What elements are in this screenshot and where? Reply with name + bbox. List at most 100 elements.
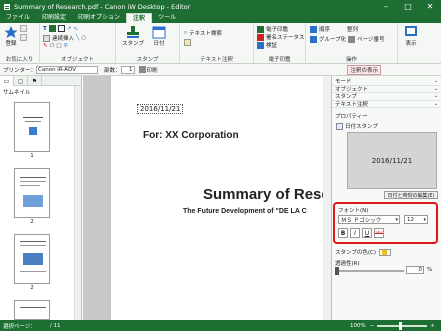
recipient-line: For: XX Corporation: [143, 130, 239, 141]
ellipse-icon[interactable]: ○: [81, 35, 86, 41]
app-icon: [3, 2, 11, 11]
zoom-out-button[interactable]: −: [370, 323, 375, 329]
stamp-button[interactable]: スタンプ: [122, 25, 144, 47]
arrow-icon[interactable]: ↗: [67, 26, 72, 32]
register-button[interactable]: 登録: [4, 25, 18, 47]
print-button[interactable]: 印刷: [138, 66, 158, 74]
favorites-group: 登録 お気に入り: [0, 23, 40, 64]
italic-button[interactable]: I: [350, 228, 360, 238]
document-page[interactable]: 2016/11/21 For: XX Corporation Summary o…: [111, 76, 331, 320]
group-label[interactable]: グループ化: [319, 35, 346, 43]
page-thumbnail[interactable]: [14, 102, 50, 152]
ribbon: 登録 お気に入り T ↗ ∿ 連続挿入 ╲ ○ ✎ ⬠ □ ⚲ オブジェクト ス…: [0, 23, 441, 64]
tool-icon[interactable]: [20, 25, 27, 32]
printer-select[interactable]: Canon iR-ADV: [36, 65, 99, 74]
thumbnail-scrollbar[interactable]: [74, 86, 81, 320]
printer-label: プリンター：: [3, 67, 37, 74]
maximize-button[interactable]: □: [397, 0, 419, 13]
section-text-annotation[interactable]: テキスト注釈 ⌄: [332, 100, 441, 108]
document-title: Summary of Rese: [203, 186, 330, 203]
close-button[interactable]: ✕: [419, 0, 441, 13]
display-button[interactable]: 表示: [404, 25, 418, 47]
stamp-color-picker[interactable]: [378, 248, 391, 256]
document-view[interactable]: 2016/11/21 For: XX Corporation Summary o…: [83, 76, 331, 320]
order-label[interactable]: 順序: [319, 25, 330, 33]
tool-icon[interactable]: [20, 34, 27, 41]
page-number: 2: [30, 285, 34, 291]
printer-icon: [138, 66, 146, 73]
object-group-label: オブジェクト: [60, 57, 94, 63]
square-icon[interactable]: □: [56, 43, 61, 49]
operation-group-label: 操作: [345, 57, 357, 63]
pen-icon[interactable]: ✎: [43, 43, 48, 49]
thumbnail-panel: ▭ ◻ ⚑ サムネイル 1 2 2: [0, 76, 82, 320]
transparency-input[interactable]: 0: [406, 266, 424, 274]
page-number-icon: [348, 35, 356, 43]
electronic-seal-label[interactable]: 電子印鑑: [266, 25, 288, 33]
group-icon: [310, 35, 317, 43]
stamp-color-label: スタンプの色(C): [335, 250, 376, 256]
bookmark-tab[interactable]: ⚑: [28, 76, 42, 86]
stamp-icon: [126, 26, 139, 38]
thumbnail-tab[interactable]: ▭: [0, 76, 14, 86]
polygon-icon[interactable]: ⬠: [50, 43, 55, 49]
zoom-slider[interactable]: [377, 321, 428, 330]
text-search-label[interactable]: テキスト検索: [189, 29, 222, 37]
rectangle-icon[interactable]: [57, 25, 65, 32]
note-icon: [184, 39, 191, 46]
date-stamp-button[interactable]: 日付: [152, 25, 166, 47]
comment-tab[interactable]: ◻: [14, 76, 28, 86]
page-thumbnail[interactable]: [14, 234, 50, 284]
underline-button[interactable]: U: [362, 228, 372, 238]
zoom-level: 100%: [350, 322, 366, 329]
selected-page-label: 選択ページ：: [3, 323, 36, 330]
align-label[interactable]: 整列: [347, 25, 358, 33]
page-thumbnail[interactable]: [14, 168, 50, 218]
zoom-in-button[interactable]: +: [430, 323, 435, 329]
copies-label: 部数：: [104, 67, 121, 74]
chevron-down-icon: ⌄: [433, 78, 438, 85]
paste-icon[interactable]: [43, 34, 50, 42]
bold-button[interactable]: B: [338, 228, 348, 238]
line-icon[interactable]: ╲: [76, 35, 79, 41]
display-label: 表示: [405, 41, 417, 47]
tab-print-settings[interactable]: 印刷設定: [36, 13, 72, 23]
tab-tools[interactable]: ツール: [152, 13, 182, 23]
document-scrollbar[interactable]: [323, 76, 331, 320]
print-toolbar: プリンター： Canon iR-ADV 部数： 1 印刷 注釈の表示: [0, 64, 441, 76]
chevron-down-icon: ⌄: [433, 93, 438, 100]
tab-annotation[interactable]: 注釈: [126, 13, 153, 23]
link-icon[interactable]: ⚲: [64, 43, 68, 49]
font-size-select[interactable]: 12 ▾: [404, 215, 428, 224]
date-label: 日付: [153, 41, 165, 47]
text-comment-group: ⌕ テキスト検索 テキスト注釈: [180, 23, 254, 64]
strikethrough-button[interactable]: abc: [374, 228, 384, 238]
page-total: / 11: [49, 322, 61, 329]
transparency-slider[interactable]: [335, 267, 404, 275]
section-label: テキスト注釈: [335, 101, 368, 108]
curve-icon[interactable]: ∿: [73, 26, 78, 32]
highlight-icon[interactable]: [48, 25, 56, 32]
percent-unit: %: [427, 267, 433, 273]
zoom-slider-handle[interactable]: [399, 321, 403, 330]
edit-date-time-button[interactable]: 日付と時刻の編集(E): [384, 191, 438, 199]
properties-label: プロパティー: [335, 114, 368, 120]
verify-label[interactable]: 検証: [266, 41, 277, 49]
text-icon[interactable]: T: [43, 26, 47, 32]
show-annotation-button[interactable]: 注釈の表示: [347, 64, 381, 75]
sign-status-label[interactable]: 署名ステータス: [266, 33, 305, 41]
page-info-label[interactable]: ページ番号: [357, 35, 384, 43]
date-stamp[interactable]: 2016/11/21: [137, 104, 184, 114]
chevron-down-icon: ⌄: [433, 85, 438, 92]
font-name-select[interactable]: ＭＳ Ｐゴシック ▾: [338, 215, 400, 224]
minimize-button[interactable]: –: [375, 0, 397, 13]
slider-handle[interactable]: [335, 267, 339, 275]
page-thumbnail[interactable]: [14, 300, 50, 320]
paste-label[interactable]: 連続挿入: [52, 34, 74, 42]
tab-file[interactable]: ファイル: [0, 13, 36, 23]
tab-print-options[interactable]: 印刷オプション: [72, 13, 126, 23]
chevron-down-icon: ⌄: [433, 100, 438, 107]
align-icon: [338, 26, 345, 33]
stamp-type-label: 日付スタンプ: [345, 124, 378, 130]
copies-input[interactable]: 1: [120, 65, 135, 74]
